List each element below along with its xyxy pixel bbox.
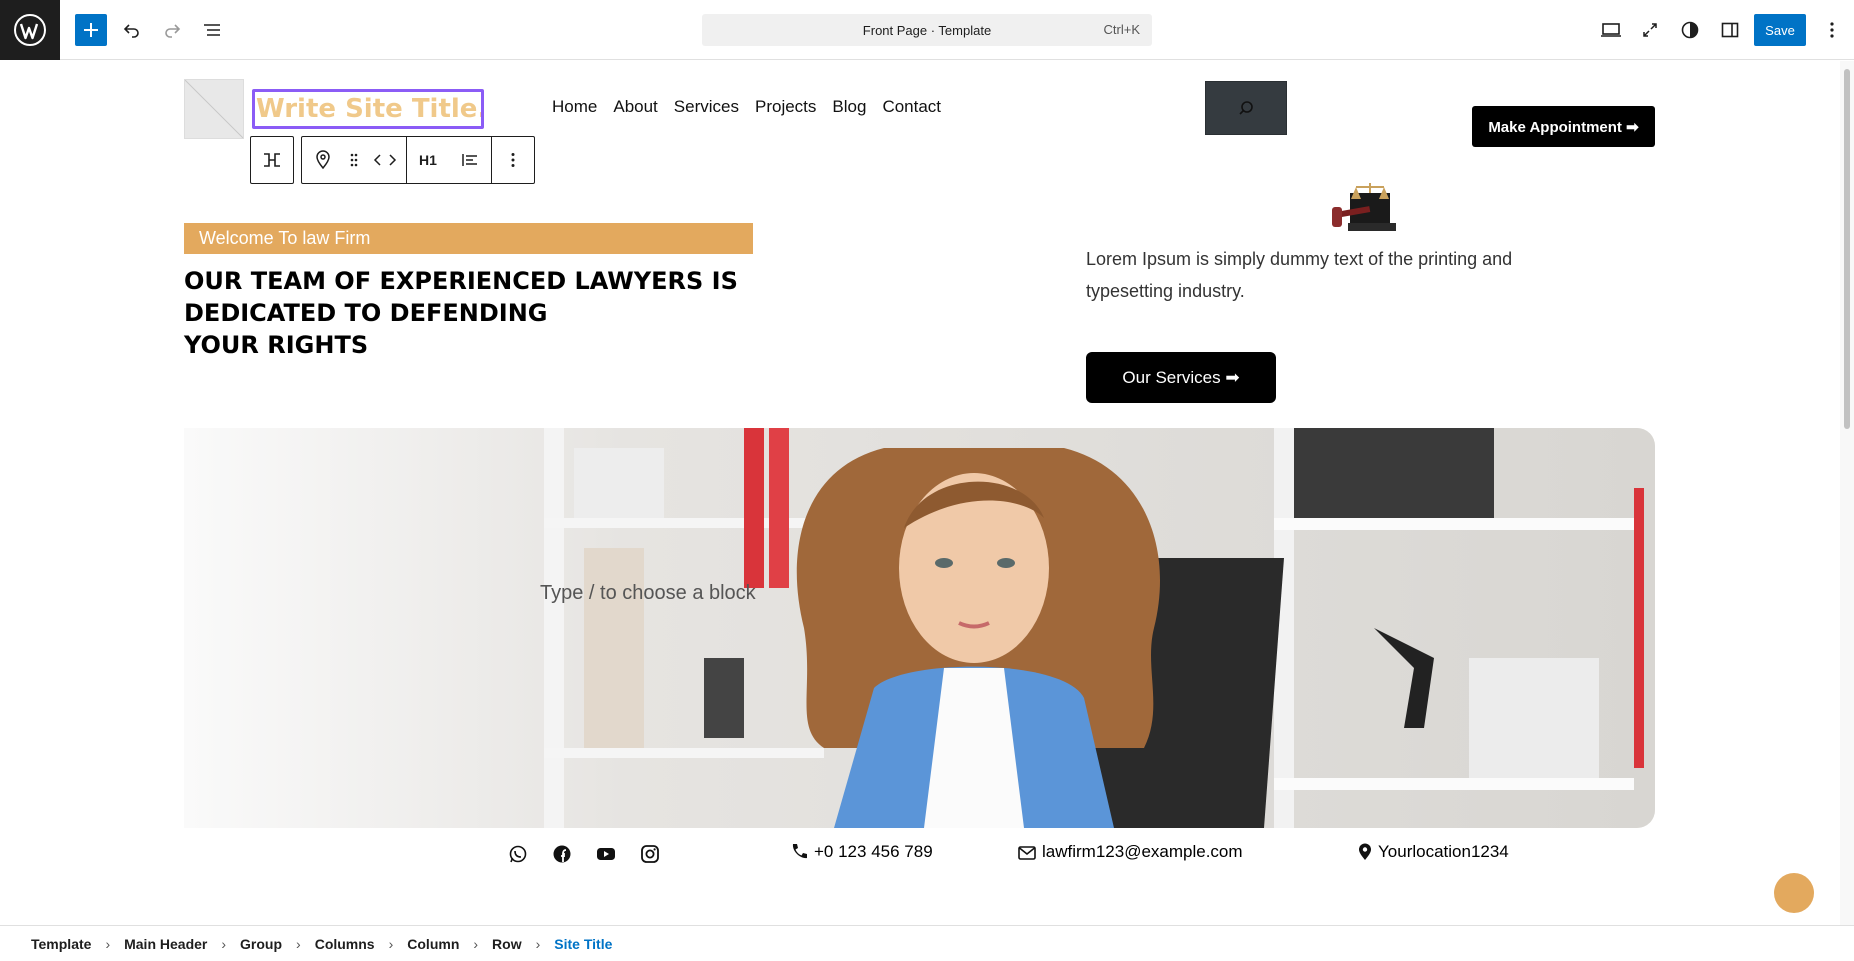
make-appointment-button[interactable]: Make Appointment ➡ bbox=[1472, 106, 1655, 147]
plus-icon bbox=[84, 23, 98, 37]
breadcrumb-chevron-icon: › bbox=[221, 935, 227, 952]
add-block-button[interactable] bbox=[75, 14, 107, 46]
youtube-icon[interactable] bbox=[596, 844, 616, 864]
scroll-thumb[interactable] bbox=[1844, 69, 1850, 429]
hero-description: Lorem Ipsum is simply dummy text of the … bbox=[1086, 249, 1513, 301]
undo-button[interactable] bbox=[116, 14, 148, 46]
vertical-dots-icon bbox=[511, 153, 515, 167]
phone-contact[interactable]: +0 123 456 789 bbox=[790, 842, 933, 862]
expand-icon bbox=[1643, 23, 1657, 37]
redo-button[interactable] bbox=[156, 14, 188, 46]
document-overview-button[interactable] bbox=[196, 14, 228, 46]
search-button[interactable] bbox=[1205, 81, 1287, 135]
breadcrumb-item-column[interactable]: Column bbox=[407, 936, 459, 952]
main-navigation: Home About Services Projects Blog Contac… bbox=[552, 97, 941, 117]
block-options-button[interactable] bbox=[492, 137, 534, 183]
breadcrumb-chevron-icon: › bbox=[473, 935, 479, 952]
breadcrumb-item-row[interactable]: Row bbox=[492, 936, 522, 952]
search-icon bbox=[1239, 101, 1253, 115]
envelope-icon bbox=[1018, 846, 1036, 860]
hero-heading-line: DEDICATED TO DEFENDING bbox=[184, 299, 548, 327]
site-title-block-button[interactable] bbox=[302, 137, 344, 183]
breadcrumb-chevron-icon: › bbox=[535, 935, 541, 952]
location-pin-icon bbox=[1359, 843, 1371, 860]
sidebar-icon bbox=[1721, 22, 1739, 38]
email-address: lawfirm123@example.com bbox=[1042, 842, 1243, 861]
nav-item-about[interactable]: About bbox=[613, 97, 657, 117]
location-text: Yourlocation1234 bbox=[1378, 842, 1509, 861]
options-menu-button[interactable] bbox=[1816, 14, 1848, 46]
command-center[interactable]: Front Page · Template Ctrl+K bbox=[702, 14, 1152, 46]
breadcrumb-item-group[interactable]: Group bbox=[240, 936, 282, 952]
block-toolbar-parent-group bbox=[250, 136, 294, 184]
list-view-icon bbox=[204, 24, 220, 36]
lawyer-portrait-image bbox=[184, 428, 1655, 828]
transform-icon bbox=[264, 153, 280, 167]
editor-canvas: Write Site Title... Home About Services … bbox=[0, 61, 1840, 925]
heading-level-button[interactable]: H1 bbox=[407, 137, 449, 183]
desktop-icon bbox=[1601, 23, 1621, 37]
whatsapp-icon[interactable] bbox=[508, 844, 528, 864]
move-arrows-button[interactable] bbox=[364, 137, 406, 183]
align-button[interactable] bbox=[449, 137, 491, 183]
drag-icon bbox=[350, 153, 358, 167]
select-parent-button[interactable] bbox=[251, 137, 293, 183]
floating-action-button[interactable] bbox=[1774, 873, 1814, 913]
fullscreen-button[interactable] bbox=[1634, 14, 1666, 46]
breadcrumb-item-template[interactable]: Template bbox=[31, 936, 91, 952]
phone-icon bbox=[792, 844, 807, 859]
styles-button[interactable] bbox=[1674, 14, 1706, 46]
nav-item-contact[interactable]: Contact bbox=[882, 97, 941, 117]
align-left-icon bbox=[462, 154, 477, 166]
facebook-icon[interactable] bbox=[552, 844, 572, 864]
breadcrumb-chevron-icon: › bbox=[296, 935, 301, 952]
hero-heading-line: YOUR RIGHTS bbox=[184, 331, 369, 359]
preview-device-button[interactable] bbox=[1595, 14, 1627, 46]
contact-info-row: +0 123 456 789 lawfirm123@example.com Yo… bbox=[0, 836, 1840, 872]
wordpress-logo-button[interactable] bbox=[0, 0, 60, 60]
vertical-dots-icon bbox=[1830, 22, 1834, 38]
drag-handle[interactable] bbox=[344, 137, 364, 183]
welcome-label: Welcome To law Firm bbox=[184, 223, 753, 254]
shortcut-hint: Ctrl+K bbox=[1103, 22, 1140, 37]
location-contact[interactable]: Yourlocation1234 bbox=[1358, 842, 1509, 862]
nav-item-services[interactable]: Services bbox=[674, 97, 739, 117]
wordpress-icon bbox=[14, 14, 46, 46]
breadcrumb-chevron-icon: › bbox=[105, 935, 111, 952]
breadcrumb-item-columns[interactable]: Columns bbox=[315, 936, 375, 952]
hero-heading-line: OUR TEAM OF EXPERIENCED LAWYERS IS bbox=[184, 267, 738, 295]
breadcrumb-chevron-icon: › bbox=[388, 935, 394, 952]
hero-image bbox=[184, 428, 1655, 828]
block-placeholder[interactable]: Type / to choose a block bbox=[540, 582, 756, 605]
block-toolbar-main-group: H1 bbox=[301, 136, 535, 184]
redo-icon bbox=[165, 24, 181, 38]
law-scales-icon bbox=[1332, 183, 1396, 231]
chevron-left-right-icon bbox=[373, 154, 397, 166]
phone-number: +0 123 456 789 bbox=[814, 842, 933, 861]
breadcrumb-item-main-header[interactable]: Main Header bbox=[124, 936, 207, 952]
canvas-scrollbar[interactable] bbox=[1840, 61, 1854, 925]
block-toolbar: H1 bbox=[250, 136, 535, 184]
site-title-input[interactable]: Write Site Title... bbox=[252, 89, 484, 129]
document-title: Front Page · Template bbox=[862, 22, 992, 38]
placeholder-diagonal-icon bbox=[185, 80, 243, 138]
email-contact[interactable]: lawfirm123@example.com bbox=[1018, 842, 1243, 862]
hero-heading: OUR TEAM OF EXPERIENCED LAWYERS IS DEDIC… bbox=[184, 265, 784, 361]
contrast-icon bbox=[1681, 21, 1699, 39]
instagram-icon[interactable] bbox=[640, 844, 660, 864]
undo-icon bbox=[123, 24, 139, 38]
editor-top-bar: Front Page · Template Ctrl+K Save bbox=[0, 0, 1854, 60]
breadcrumb-item-site-title: Site Title bbox=[554, 935, 613, 952]
site-logo-placeholder[interactable] bbox=[184, 79, 244, 139]
block-breadcrumb: Template › Main Header › Group › Columns… bbox=[0, 925, 1854, 961]
our-services-button[interactable]: Our Services ➡ bbox=[1086, 352, 1276, 403]
nav-item-blog[interactable]: Blog bbox=[832, 97, 866, 117]
save-button[interactable]: Save bbox=[1754, 14, 1806, 46]
settings-sidebar-button[interactable] bbox=[1714, 14, 1746, 46]
nav-item-home[interactable]: Home bbox=[552, 97, 597, 117]
nav-item-projects[interactable]: Projects bbox=[755, 97, 816, 117]
map-pin-icon bbox=[316, 150, 330, 170]
